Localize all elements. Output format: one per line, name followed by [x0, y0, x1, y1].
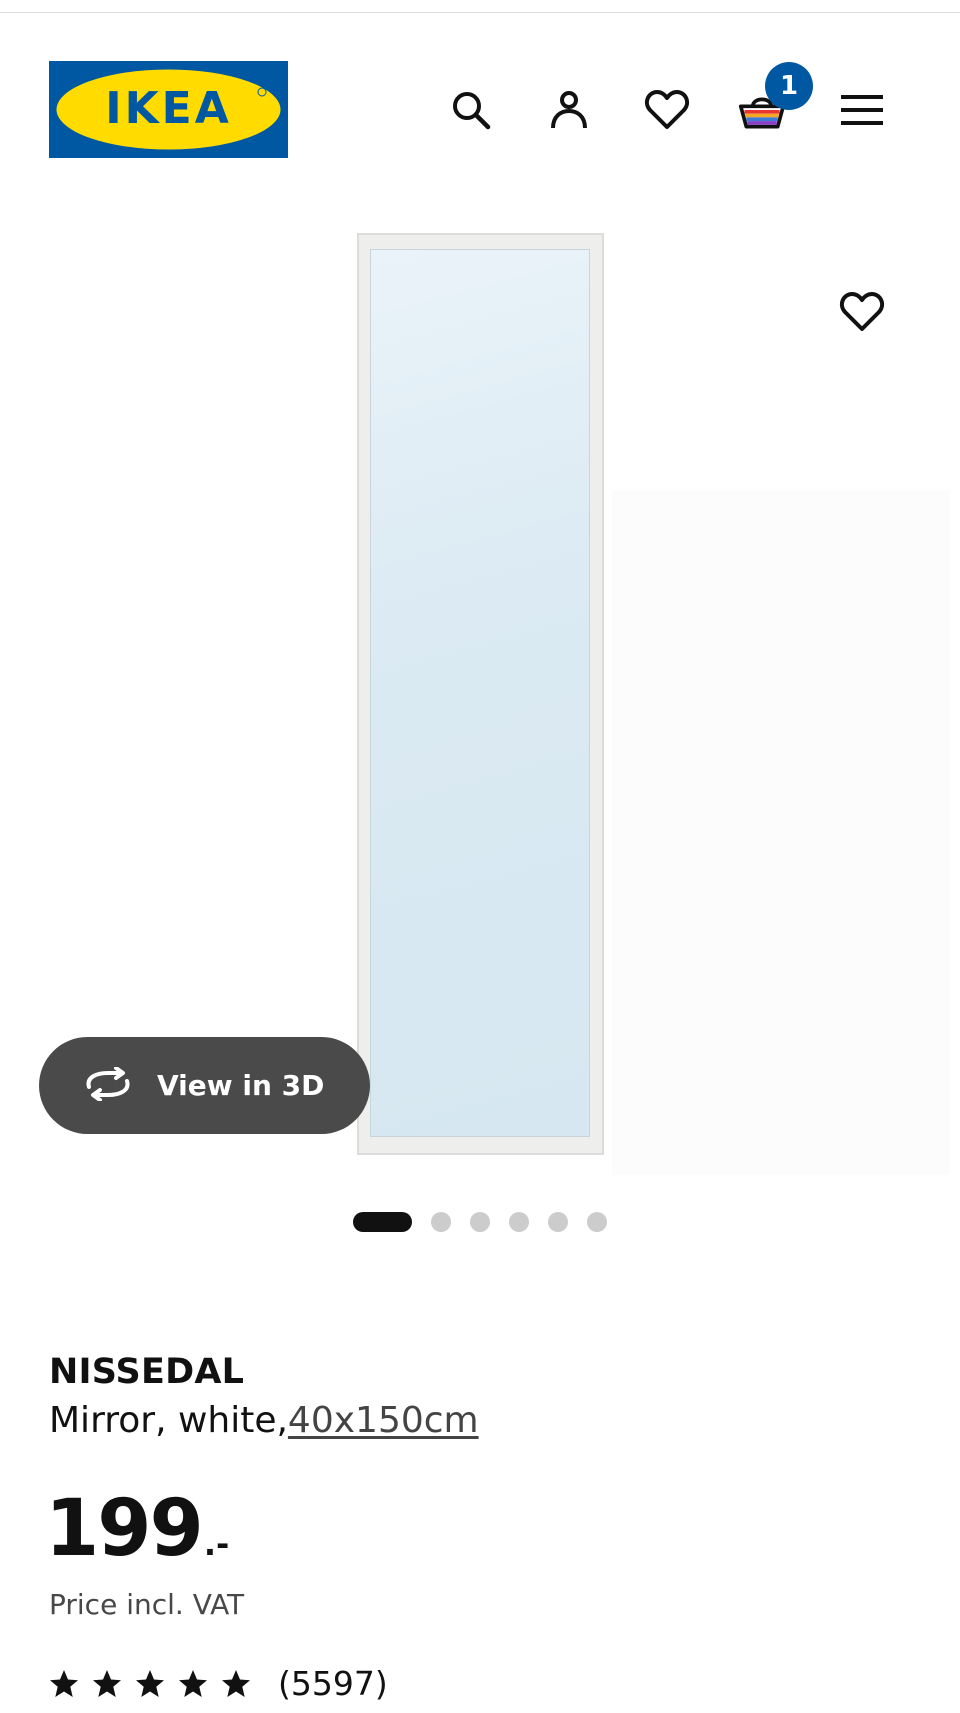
- rating-count: (5597): [278, 1664, 388, 1703]
- ikea-logo[interactable]: IKEA: [49, 61, 288, 158]
- product-price: 199 .-: [45, 1484, 229, 1574]
- star-icon: [93, 1669, 121, 1697]
- rating-stars: [49, 1669, 264, 1699]
- search-icon[interactable]: [447, 86, 495, 134]
- menu-icon[interactable]: [838, 86, 886, 134]
- product-size-link[interactable]: 40x150cm: [288, 1400, 479, 1441]
- pagination-dot-3[interactable]: [470, 1212, 490, 1232]
- pagination-dot-4[interactable]: [509, 1212, 529, 1232]
- heart-icon[interactable]: [643, 86, 691, 134]
- view-in-3d-label: View in 3D: [157, 1069, 325, 1102]
- cart-count-badge: 1: [765, 62, 813, 110]
- pagination-dot-2[interactable]: [431, 1212, 451, 1232]
- product-rating[interactable]: (5597): [49, 1664, 388, 1703]
- image-background: [612, 490, 950, 1175]
- product-name: NISSEDAL: [49, 1352, 245, 1392]
- price-vat-note: Price incl. VAT: [49, 1588, 245, 1621]
- star-icon: [50, 1669, 78, 1697]
- logo-text: IKEA: [105, 83, 232, 134]
- top-divider: [0, 12, 960, 13]
- pagination-dot-5[interactable]: [548, 1212, 568, 1232]
- view-in-3d-button[interactable]: View in 3D: [39, 1037, 370, 1134]
- price-amount: 199: [45, 1484, 204, 1574]
- star-icon: [136, 1669, 164, 1697]
- price-suffix: .-: [203, 1525, 230, 1563]
- user-icon[interactable]: [545, 86, 593, 134]
- mirror-glass-image: [370, 249, 590, 1137]
- product-description-text: Mirror, white,: [49, 1400, 288, 1441]
- pagination-dot-6[interactable]: [587, 1212, 607, 1232]
- star-icon: [179, 1669, 207, 1697]
- star-icon: [222, 1669, 250, 1697]
- rotate-icon: [83, 1065, 133, 1105]
- product-description: Mirror, white,40x150cm: [49, 1400, 479, 1441]
- pagination-dot-1[interactable]: [353, 1212, 412, 1232]
- save-to-favourites-icon[interactable]: [838, 288, 886, 336]
- image-pagination: [353, 1211, 607, 1233]
